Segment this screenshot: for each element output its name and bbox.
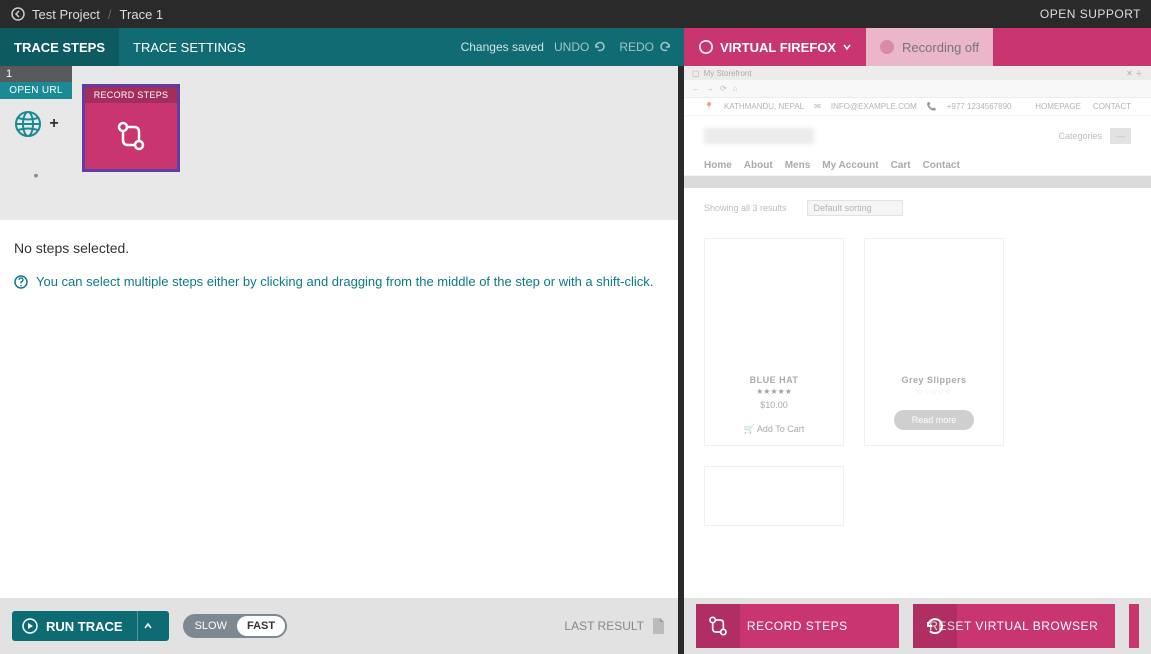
- reset-virtual-browser-button[interactable]: RESET VIRTUAL BROWSER: [913, 604, 1116, 648]
- reset-icon: [913, 604, 957, 648]
- record-steps-button[interactable]: RECORD STEPS: [696, 604, 899, 648]
- speed-fast[interactable]: FAST: [237, 616, 285, 636]
- no-steps-selected-text: No steps selected.: [14, 240, 664, 256]
- plus-icon[interactable]: +: [49, 115, 58, 133]
- tab-trace-settings[interactable]: TRACE SETTINGS: [119, 28, 260, 66]
- preview-product-1: BLUE HAT ★★★★★ $10.00 🛒 Add To Cart: [704, 238, 844, 446]
- right-bottom-bar: RECORD STEPS RESET VIRTUAL BROWSER: [684, 598, 1151, 654]
- extra-button[interactable]: [1129, 604, 1139, 648]
- preview-hero: Categories—: [684, 116, 1151, 156]
- caret-up-icon: [144, 622, 152, 630]
- speed-slow[interactable]: SLOW: [185, 620, 237, 632]
- virtual-firefox-tab[interactable]: VIRTUAL FIREFOX: [684, 39, 866, 55]
- record-dot-icon: [880, 40, 894, 54]
- left-tabbar: TRACE STEPS TRACE SETTINGS Changes saved…: [0, 28, 684, 66]
- run-trace-button[interactable]: RUN TRACE: [12, 611, 169, 641]
- redo-button[interactable]: REDO: [619, 40, 672, 54]
- open-url-badge: OPEN URL: [0, 82, 72, 99]
- breadcrumb-separator: /: [108, 7, 112, 22]
- back-icon[interactable]: [10, 6, 26, 22]
- undo-button[interactable]: UNDO: [554, 40, 607, 54]
- top-breadcrumb-bar: Test Project / Trace 1 OPEN SUPPORT: [0, 0, 1151, 28]
- left-panel: 1 OPEN URL + • RECORD STEPS No steps sel…: [0, 66, 678, 654]
- preview-results-row: Showing all 3 results Default sorting: [684, 188, 1151, 228]
- preview-sort-select: Default sorting: [807, 200, 903, 216]
- record-steps-card[interactable]: RECORD STEPS: [82, 84, 180, 172]
- preview-subbar: [684, 176, 1151, 188]
- record-path-icon: [113, 103, 149, 169]
- help-icon: [14, 275, 28, 289]
- right-panel: ▢My Storefront✕ ＋ ←→⟳⌂ 📍KATHMANDU, NEPAL…: [678, 66, 1151, 654]
- firefox-icon: [698, 39, 714, 55]
- left-bottom-bar: RUN TRACE SLOW FAST LAST RESULT: [0, 598, 678, 654]
- record-path-icon: [696, 604, 740, 648]
- globe-icon: [13, 109, 43, 139]
- info-area: No steps selected. You can select multip…: [0, 220, 678, 309]
- preview-products: BLUE HAT ★★★★★ $10.00 🛒 Add To Cart Grey…: [684, 228, 1151, 456]
- virtual-firefox-bar: VIRTUAL FIREFOX Recording off: [684, 28, 1151, 66]
- tab-trace-steps[interactable]: TRACE STEPS: [0, 28, 119, 66]
- preview-product-3: [704, 466, 844, 526]
- browser-preview: ▢My Storefront✕ ＋ ←→⟳⌂ 📍KATHMANDU, NEPAL…: [684, 66, 1151, 598]
- recording-status-tab[interactable]: Recording off: [866, 28, 993, 66]
- last-result-button[interactable]: LAST RESULT: [564, 617, 666, 635]
- record-steps-card-label: RECORD STEPS: [85, 87, 177, 103]
- preview-site-header: 📍KATHMANDU, NEPAL✉INFO@EXAMPLE.COM📞+977 …: [684, 98, 1151, 116]
- breadcrumb-project[interactable]: Test Project: [32, 7, 100, 22]
- breadcrumb-trace[interactable]: Trace 1: [120, 7, 164, 22]
- open-support-link[interactable]: OPEN SUPPORT: [1040, 7, 1141, 21]
- preview-browser-tab: ▢My Storefront✕ ＋: [684, 66, 1151, 80]
- preview-nav-menu: HomeAboutMensMy AccountCartContact: [684, 156, 1151, 176]
- step-menu-icon[interactable]: •: [34, 167, 39, 183]
- changes-saved-label: Changes saved: [461, 40, 544, 54]
- steps-strip: 1 OPEN URL + • RECORD STEPS: [0, 66, 678, 220]
- preview-product-2: Grey Slippers ☆☆☆☆☆ Read more: [864, 238, 1004, 446]
- step-1[interactable]: 1 OPEN URL + •: [0, 66, 72, 183]
- document-icon: [650, 617, 666, 635]
- speed-toggle[interactable]: SLOW FAST: [183, 614, 288, 638]
- run-trace-dropdown[interactable]: [137, 611, 159, 641]
- preview-url-bar: ←→⟳⌂: [684, 80, 1151, 98]
- chevron-down-icon: [842, 42, 852, 52]
- play-icon: [22, 618, 38, 634]
- selection-hint: You can select multiple steps either by …: [14, 274, 664, 289]
- step-number: 1: [0, 66, 72, 82]
